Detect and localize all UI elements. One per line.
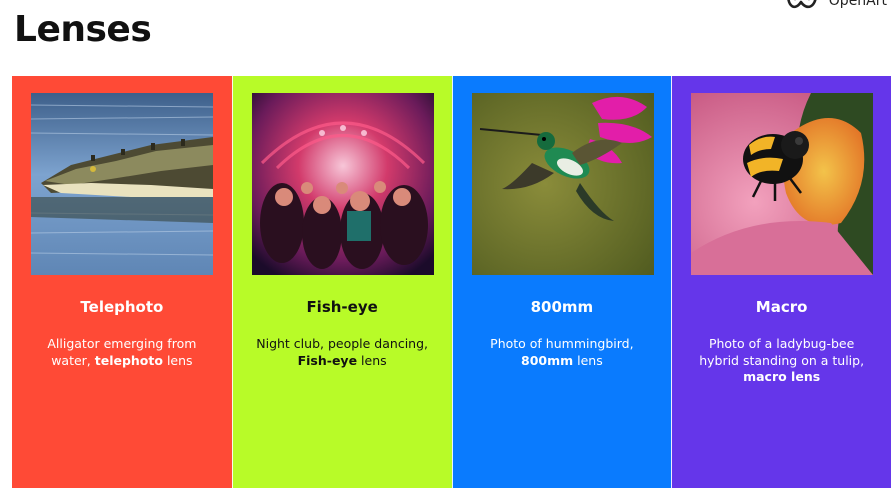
card-description: Photo of hummingbird, 800mm lens bbox=[471, 336, 654, 369]
lens-card-fish-eye[interactable]: Fish-eye Night club, people dancing, Fis… bbox=[231, 76, 452, 488]
lens-card-telephoto[interactable]: Telephoto Alligator emerging from water,… bbox=[12, 76, 232, 488]
card-title: Macro bbox=[755, 298, 808, 316]
desc-text-end: lens bbox=[573, 352, 603, 368]
card-description: Photo of a ladybug-bee hybrid standing o… bbox=[690, 336, 873, 386]
desc-text: Photo of a ladybug-bee hybrid standing o… bbox=[699, 336, 865, 368]
desc-bold: 800mm bbox=[521, 352, 574, 368]
card-title: 800mm bbox=[530, 298, 594, 316]
card-description: Alligator emerging from water, telephoto… bbox=[30, 336, 214, 369]
brand-name: OpenArt bbox=[828, 0, 887, 9]
card-title: Fish-eye bbox=[306, 298, 378, 316]
alligator-photo bbox=[31, 93, 213, 275]
ladybug-bee-image bbox=[691, 93, 874, 275]
desc-text: Night club, people dancing, bbox=[256, 336, 428, 351]
lenses-page: Lenses OpenArt Telephoto Alligator emerg… bbox=[0, 0, 891, 488]
ladybug-bee-photo bbox=[691, 93, 874, 275]
hummingbird-photo bbox=[471, 93, 654, 275]
night-club-image bbox=[251, 93, 434, 275]
page-title: Lenses bbox=[14, 9, 152, 50]
desc-text-end: lens bbox=[357, 352, 387, 368]
alligator-image bbox=[31, 93, 213, 275]
openart-logo-icon bbox=[787, 0, 817, 9]
card-description: Night club, people dancing, Fish-eye len… bbox=[251, 336, 434, 369]
night-club-photo bbox=[251, 93, 434, 275]
desc-text: Photo of hummingbird, bbox=[490, 336, 634, 351]
desc-bold: telephoto bbox=[94, 352, 163, 368]
lens-card-macro[interactable]: Macro Photo of a ladybug-bee hybrid stan… bbox=[671, 76, 891, 488]
desc-bold: Fish-eye bbox=[297, 352, 358, 368]
brand[interactable]: OpenArt bbox=[785, 0, 887, 12]
lens-cards: Telephoto Alligator emerging from water,… bbox=[12, 76, 891, 488]
desc-text-end: lens bbox=[162, 352, 193, 368]
card-title: Telephoto bbox=[80, 298, 164, 316]
desc-bold: macro lens bbox=[743, 369, 821, 384]
hummingbird-image bbox=[471, 93, 654, 275]
lens-card-800mm[interactable]: 800mm Photo of hummingbird, 800mm lens bbox=[451, 76, 672, 488]
